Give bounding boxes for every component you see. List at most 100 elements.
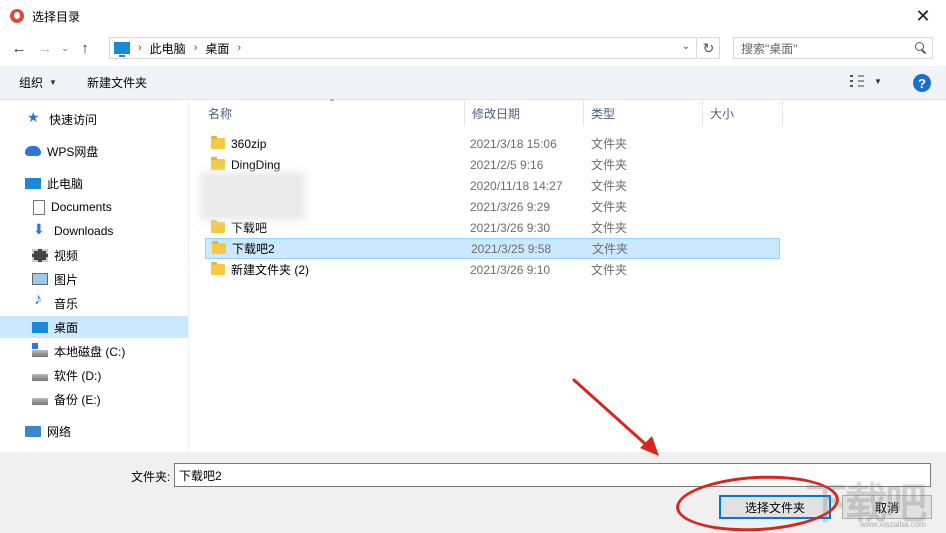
file-type: 文件夹 xyxy=(591,263,628,277)
nav-item-label: WPS网盘 xyxy=(47,144,99,159)
recent-locations-chevron-icon[interactable]: ⌄ xyxy=(58,37,72,59)
file-name: 下载吧2 xyxy=(232,242,275,256)
drive-icon xyxy=(32,398,48,405)
desktop-icon xyxy=(32,321,48,333)
computer-icon xyxy=(25,177,41,189)
file-type: 文件夹 xyxy=(591,221,628,235)
nav-item-pictures[interactable]: 图片 xyxy=(32,268,78,290)
folder-field-label: 文件夹: xyxy=(131,470,171,484)
cloud-icon xyxy=(25,146,41,156)
breadcrumb-desktop[interactable]: 桌面 xyxy=(205,40,229,57)
folder-icon xyxy=(211,262,225,275)
file-name: 下载吧 xyxy=(231,221,268,235)
computer-icon xyxy=(114,42,130,57)
folder-icon xyxy=(211,220,225,233)
address-dropdown-chevron-icon[interactable]: ⌄ xyxy=(682,41,690,52)
drive-icon xyxy=(32,343,48,357)
search-icon[interactable] xyxy=(910,37,932,59)
nav-item-quick-access[interactable]: 快速访问 xyxy=(27,108,97,130)
up-arrow-icon[interactable]: ↑ xyxy=(74,37,96,59)
nav-item-desktop[interactable]: 桌面 xyxy=(0,316,188,338)
folder-icon xyxy=(211,157,225,170)
network-icon xyxy=(25,425,41,437)
file-row[interactable]: 360zip 2021/3/18 15:06 文件夹 xyxy=(205,133,780,154)
organize-button[interactable]: 组织 ▼ xyxy=(19,74,57,91)
picture-icon xyxy=(32,273,48,285)
column-header-date[interactable]: 修改日期 xyxy=(465,100,584,126)
file-date: 2021/2/5 9:16 xyxy=(470,157,544,172)
close-button[interactable]: ✕ xyxy=(900,0,946,32)
file-name: 新建文件夹 (2) xyxy=(231,263,310,277)
caret-down-icon: ▼ xyxy=(49,78,57,87)
search-input[interactable]: 搜索"桌面" xyxy=(741,40,910,57)
nav-item-label: 网络 xyxy=(47,424,72,439)
file-date: 2021/3/26 9:29 xyxy=(470,199,551,214)
file-name: DingDing xyxy=(231,157,281,172)
view-options-button[interactable]: ▼ xyxy=(850,75,882,87)
nav-item-label: 图片 xyxy=(54,272,79,287)
new-folder-button[interactable]: 新建文件夹 xyxy=(87,74,147,91)
help-icon[interactable]: ? xyxy=(913,74,931,92)
nav-item-label: 本地磁盘 (C:) xyxy=(54,344,126,359)
video-icon xyxy=(32,248,48,262)
annotation-arrow-icon xyxy=(572,378,659,456)
file-date: 2020/11/18 14:27 xyxy=(470,178,563,193)
nav-item-drive-d[interactable]: 软件 (D:) xyxy=(32,364,101,386)
column-header-type[interactable]: 类型 xyxy=(584,100,703,126)
search-box[interactable]: 搜索"桌面" xyxy=(733,37,933,59)
nav-item-drive-e[interactable]: 备份 (E:) xyxy=(32,388,101,410)
caret-down-icon: ▼ xyxy=(874,76,882,86)
details-view-icon xyxy=(850,75,864,87)
file-row[interactable]: 下载吧 2021/3/26 9:30 文件夹 xyxy=(205,217,780,238)
file-date: 2021/3/25 9:58 xyxy=(471,241,552,256)
nav-item-music[interactable]: 音乐 xyxy=(32,291,79,314)
forward-arrow-icon[interactable]: → xyxy=(34,37,56,59)
nav-item-this-pc[interactable]: 此电脑 xyxy=(25,172,83,194)
nav-item-wps-cloud[interactable]: WPS网盘 xyxy=(25,140,98,162)
nav-item-label: Documents xyxy=(51,200,112,214)
file-date: 2021/3/18 15:06 xyxy=(470,136,557,151)
navigation-row: ← → ⌄ ↑ › 此电脑 › 桌面 › ⌄ ↻ 搜索"桌面" xyxy=(0,32,946,64)
nav-item-documents[interactable]: Documents xyxy=(33,196,112,218)
breadcrumb-separator-icon[interactable]: › xyxy=(237,42,241,54)
column-header-name[interactable]: 名称 xyxy=(201,100,465,126)
redaction-blur xyxy=(200,172,305,220)
nav-item-label: 视频 xyxy=(54,248,79,263)
file-name: 360zip xyxy=(231,136,267,151)
app-icon xyxy=(10,9,24,23)
breadcrumb-separator-icon[interactable]: › xyxy=(194,42,198,54)
refresh-icon[interactable]: ↻ xyxy=(698,37,720,59)
nav-item-downloads[interactable]: Downloads xyxy=(32,220,113,242)
file-row[interactable]: 新建文件夹 (2) 2021/3/26 9:10 文件夹 xyxy=(205,259,780,280)
back-arrow-icon[interactable]: ← xyxy=(8,37,30,59)
file-type: 文件夹 xyxy=(591,137,628,151)
file-row-selected[interactable]: 下载吧2 2021/3/25 9:58 文件夹 xyxy=(205,238,780,259)
folder-icon xyxy=(212,241,226,254)
organize-label: 组织 xyxy=(19,76,44,90)
watermark-url: www.xiazaiba.com xyxy=(860,520,926,529)
drive-icon xyxy=(32,374,48,381)
file-type: 文件夹 xyxy=(592,242,629,256)
nav-item-label: Downloads xyxy=(54,224,114,238)
nav-item-network[interactable]: 网络 xyxy=(25,420,71,442)
music-icon xyxy=(32,291,48,310)
column-header-size[interactable]: 大小 xyxy=(703,100,783,126)
nav-item-drive-c[interactable]: 本地磁盘 (C:) xyxy=(32,340,125,362)
file-type: 文件夹 xyxy=(591,158,628,172)
folder-icon xyxy=(211,136,225,149)
nav-item-label: 音乐 xyxy=(54,296,79,311)
nav-item-label: 桌面 xyxy=(54,320,79,335)
nav-item-label: 快速访问 xyxy=(49,112,98,127)
download-icon xyxy=(32,221,48,238)
file-type: 文件夹 xyxy=(591,200,628,214)
nav-item-label: 软件 (D:) xyxy=(54,368,102,383)
breadcrumb-this-pc[interactable]: 此电脑 xyxy=(150,40,186,57)
address-bar[interactable]: › 此电脑 › 桌面 › ⌄ xyxy=(109,37,697,59)
file-date: 2021/3/26 9:30 xyxy=(470,220,551,235)
nav-item-label: 备份 (E:) xyxy=(54,392,101,407)
navigation-pane: 快速访问 WPS网盘 此电脑 Documents Downloads 视频 图片… xyxy=(0,100,188,452)
star-icon xyxy=(27,109,43,126)
file-type: 文件夹 xyxy=(591,179,628,193)
breadcrumb-separator-icon[interactable]: › xyxy=(138,42,142,54)
nav-item-videos[interactable]: 视频 xyxy=(32,244,78,266)
